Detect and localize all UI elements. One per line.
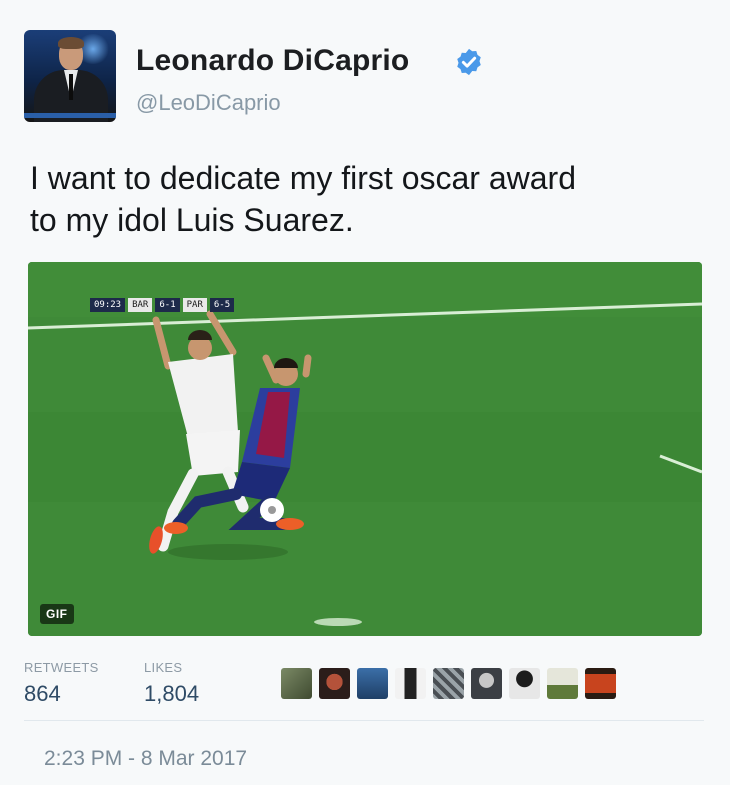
scoreboard-aggregate: 6-5: [209, 298, 235, 312]
gif-media[interactable]: 09:23 BAR 6-1 PAR 6-5 GIF: [28, 262, 702, 636]
verified-badge-icon: [457, 48, 481, 76]
liker-avatar[interactable]: [471, 668, 502, 699]
tweet-text-line-2: to my idol Luis Suarez.: [30, 202, 354, 238]
tweet-timestamp[interactable]: 2:23 PM - 8 Mar 2017: [44, 747, 247, 771]
scoreboard-clock: 09:23: [90, 298, 126, 312]
match-scoreboard: 09:23 BAR 6-1 PAR 6-5: [90, 298, 235, 312]
retweets-count[interactable]: 864: [24, 681, 61, 707]
divider: [24, 720, 704, 721]
gif-badge: GIF: [40, 604, 74, 624]
likes-count[interactable]: 1,804: [144, 681, 199, 707]
tweet-text-line-1: I want to dedicate my first oscar award: [30, 160, 576, 196]
retweets-label: RETWEETS: [24, 660, 99, 675]
avatar-tie: [69, 74, 73, 100]
liker-avatars: [281, 668, 616, 702]
avatar[interactable]: [24, 30, 116, 122]
scoreboard-score: 6-1: [155, 298, 180, 312]
liker-avatar[interactable]: [585, 668, 616, 699]
avatar-hair: [58, 37, 84, 49]
scoreboard-home-team: BAR: [128, 298, 153, 312]
tweet-card: Leonardo DiCaprio @LeoDiCaprio I want to…: [0, 0, 730, 785]
liker-avatar[interactable]: [433, 668, 464, 699]
scoreboard-away-team: PAR: [182, 298, 207, 312]
liker-avatar[interactable]: [357, 668, 388, 699]
likes-label: LIKES: [144, 660, 183, 675]
avatar-ticker-bar: [24, 113, 116, 118]
liker-avatar[interactable]: [395, 668, 426, 699]
liker-avatar[interactable]: [547, 668, 578, 699]
football-scene-illustration: [28, 262, 702, 636]
tweet-text: I want to dedicate my first oscar award …: [30, 157, 710, 241]
liker-avatar[interactable]: [509, 668, 540, 699]
liker-avatar[interactable]: [281, 668, 312, 699]
liker-avatar[interactable]: [319, 668, 350, 699]
user-handle[interactable]: @LeoDiCaprio: [136, 90, 281, 116]
display-name[interactable]: Leonardo DiCaprio: [136, 44, 409, 78]
